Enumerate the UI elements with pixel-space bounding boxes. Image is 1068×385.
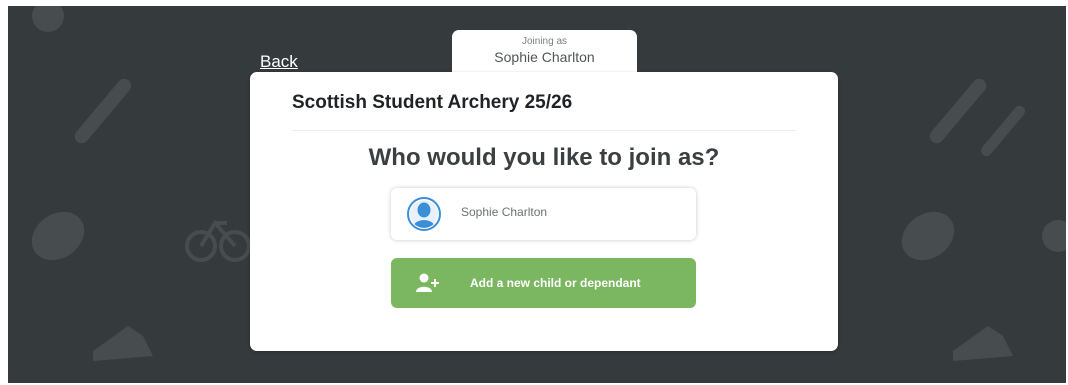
ball-icon: [1042, 220, 1066, 252]
joining-as-name: Sophie Charlton: [494, 49, 595, 65]
shoe-icon: [953, 326, 1013, 361]
joining-as-tab: Joining as Sophie Charlton: [452, 30, 637, 74]
user-avatar-icon: [407, 197, 441, 231]
shoe-icon: [93, 326, 153, 361]
racket-icon: [981, 105, 1025, 157]
racket-icon: [74, 78, 132, 144]
add-user-icon: [416, 273, 439, 292]
ball-icon: [32, 6, 64, 32]
person-option-sophie[interactable]: Sophie Charlton: [391, 188, 696, 240]
ball-icon: [901, 211, 955, 261]
title-divider: [292, 130, 796, 131]
back-link[interactable]: Back: [260, 52, 298, 72]
add-dependant-label: Add a new child or dependant: [470, 276, 641, 290]
person-option-label: Sophie Charlton: [461, 205, 548, 219]
add-dependant-button[interactable]: Add a new child or dependant: [391, 258, 696, 308]
racket-icon: [929, 78, 987, 144]
join-card: Scottish Student Archery 25/26 Who would…: [250, 72, 838, 351]
bicycle-icon: [185, 219, 251, 262]
page-background: Back Joining as Sophie Charlton Scottish…: [8, 6, 1066, 383]
ball-icon: [31, 211, 85, 261]
joining-as-caption: Joining as: [521, 36, 568, 47]
club-title: Scottish Student Archery 25/26: [292, 92, 573, 113]
join-question: Who would you like to join as?: [368, 144, 720, 171]
